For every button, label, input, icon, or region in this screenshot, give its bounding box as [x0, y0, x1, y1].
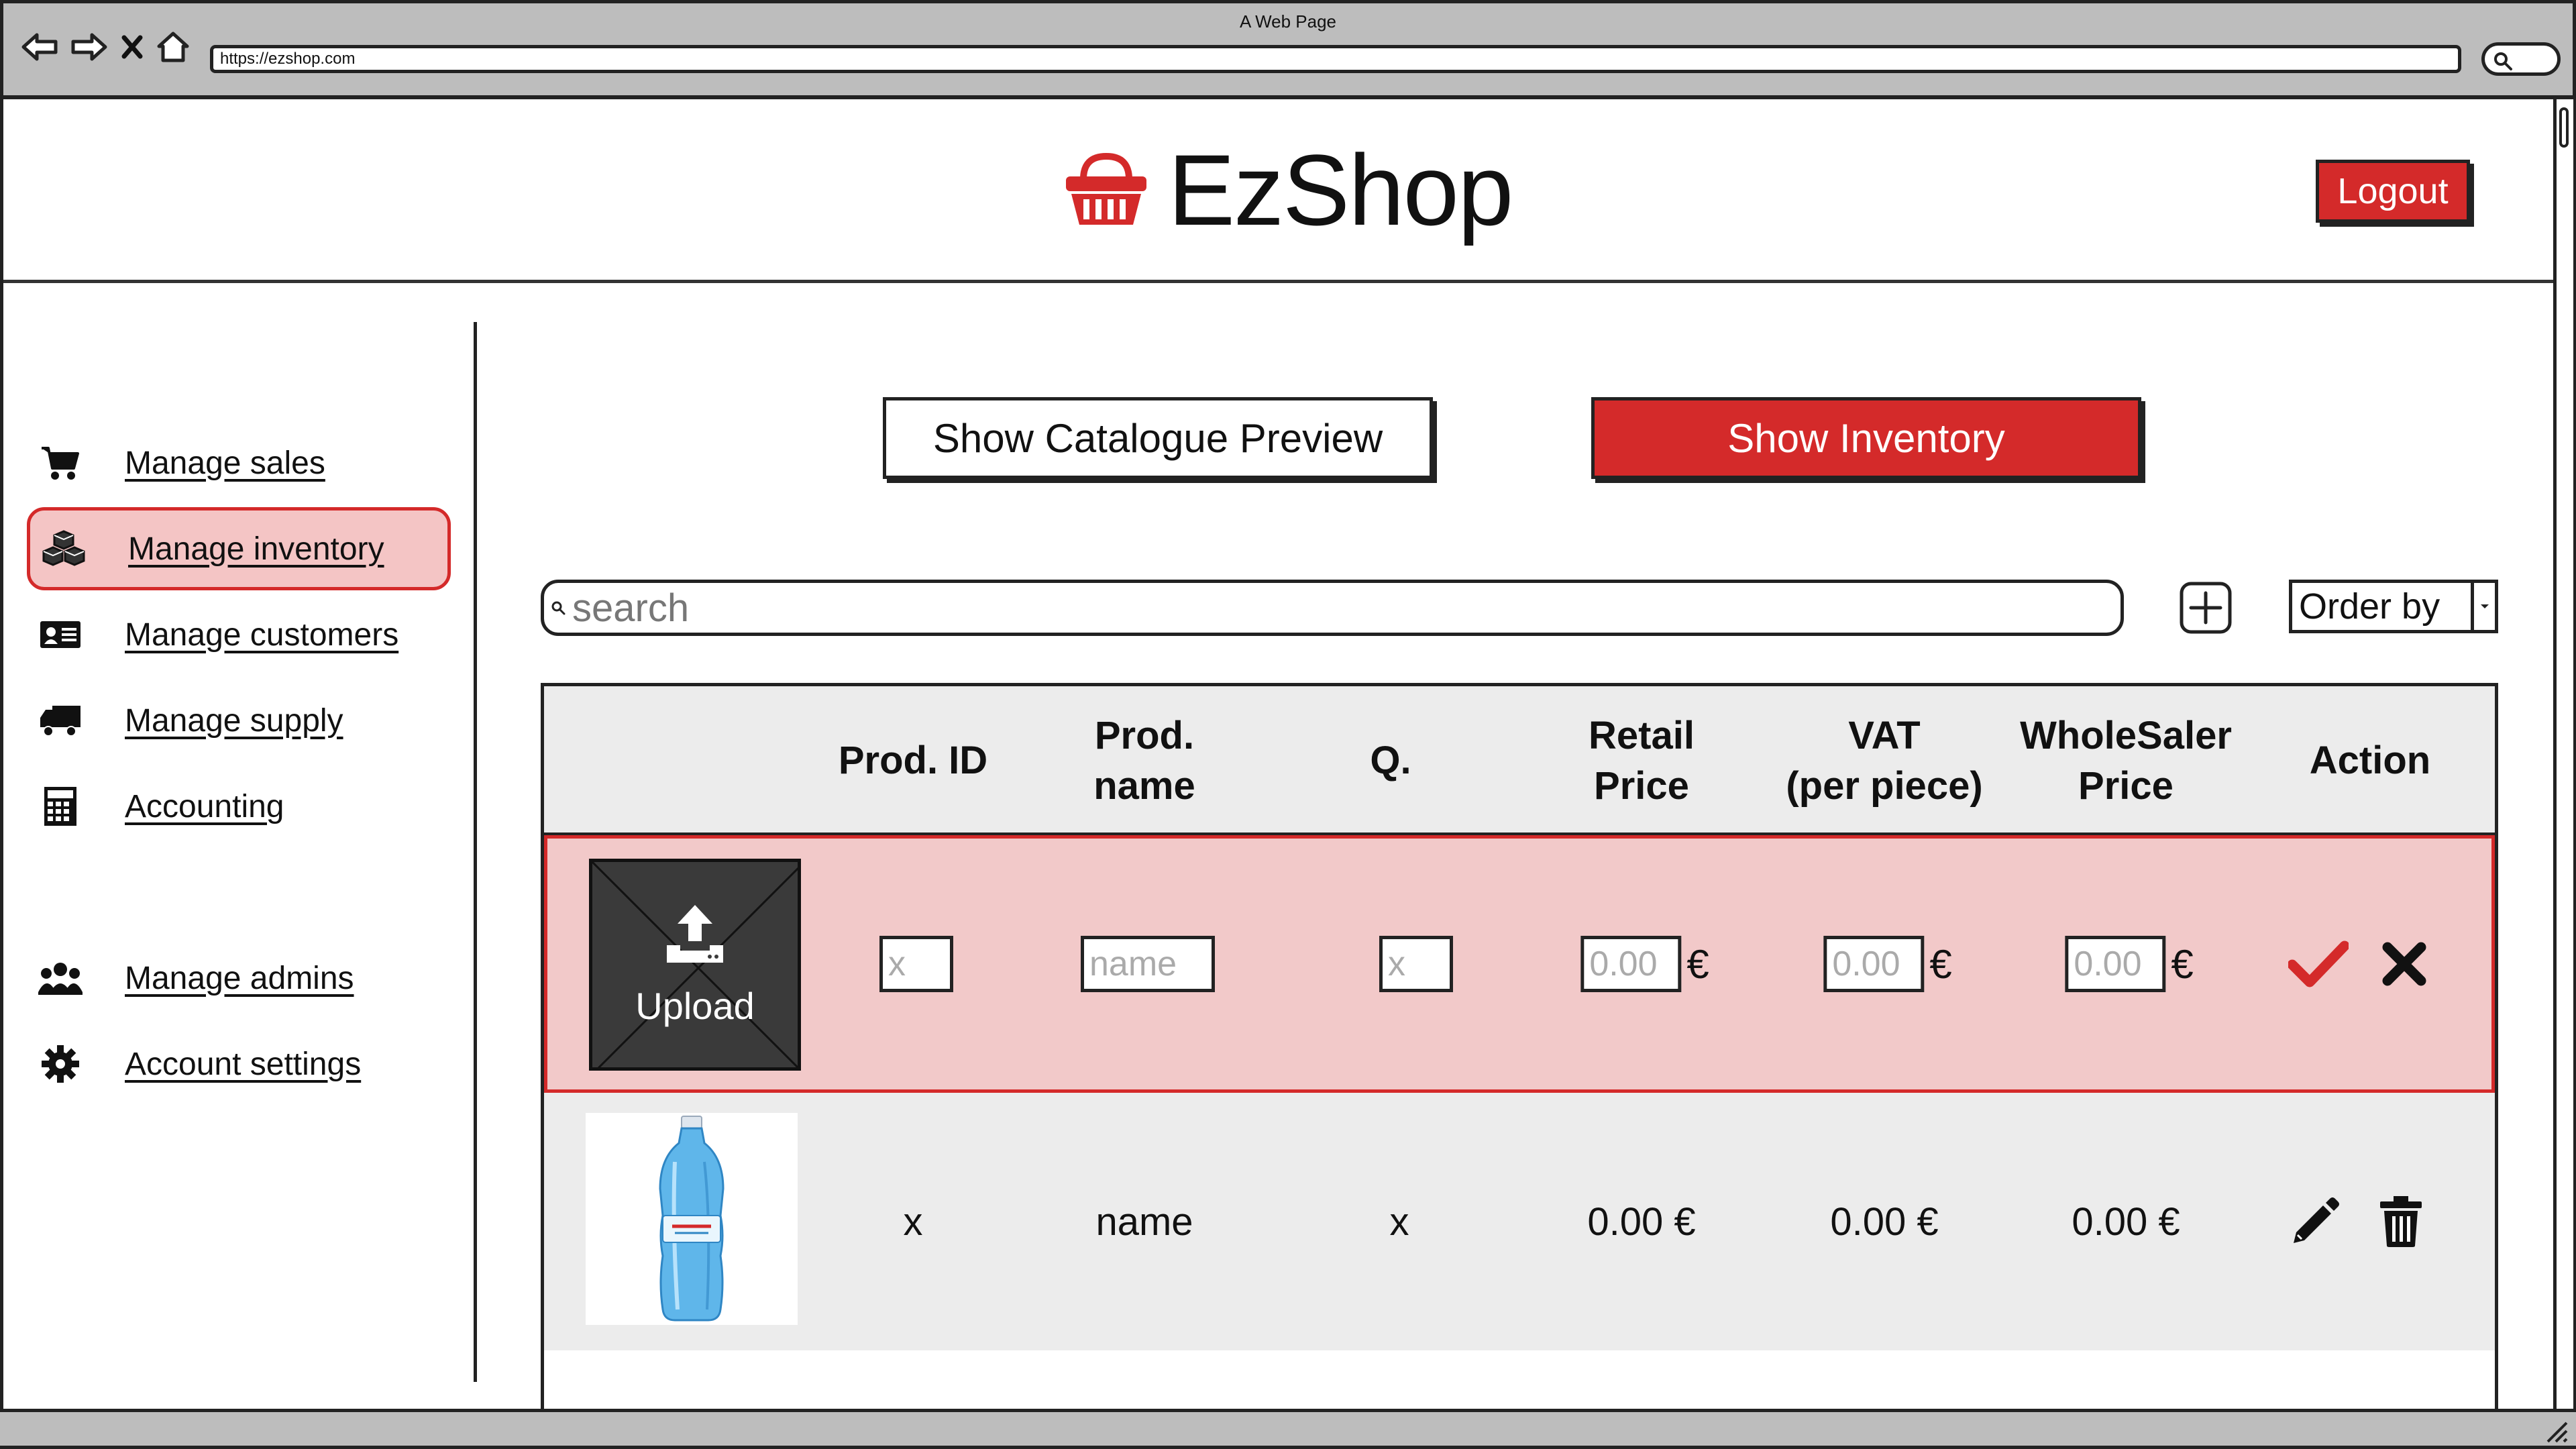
horizontal-scrollbar[interactable] — [0, 1409, 2576, 1449]
calculator-icon — [44, 787, 76, 826]
search-icon — [2494, 52, 2512, 70]
cart-icon — [42, 447, 79, 480]
sidebar-item-manage-supply[interactable]: Manage supply — [27, 679, 451, 762]
sidebar-item-label: Manage customers — [125, 616, 399, 653]
product-image — [586, 1113, 798, 1325]
stop-icon[interactable] — [120, 34, 144, 60]
scrollbar-thumb[interactable] — [2559, 107, 2569, 148]
table-row: x name x 0.00 € 0.00 € 0.00 € — [544, 1093, 2495, 1350]
currency-symbol: € — [1929, 941, 1952, 987]
upload-icon — [667, 905, 723, 963]
back-icon[interactable] — [21, 32, 58, 62]
search-icon — [551, 601, 566, 615]
brand-logo[interactable]: EzShop — [1063, 133, 1513, 246]
resize-grip-icon[interactable] — [2542, 1417, 2569, 1444]
brand-name: EzShop — [1168, 133, 1513, 246]
new-wholesale-price-field[interactable] — [2065, 936, 2166, 992]
sidebar-item-label: Manage sales — [125, 445, 325, 481]
add-product-button[interactable] — [2179, 581, 2233, 635]
window-title: A Web Page — [1239, 11, 1337, 32]
currency-symbol: € — [2171, 941, 2194, 987]
row-wholesale-price: 0.00 € — [2072, 1199, 2180, 1244]
water-bottle-image — [659, 1116, 724, 1322]
new-prod-name-field[interactable] — [1081, 936, 1215, 992]
sidebar-item-manage-inventory[interactable]: Manage inventory — [27, 507, 451, 590]
sidebar-divider — [474, 322, 477, 1382]
col-header-quantity: Q. — [1370, 739, 1411, 783]
col-header-vat: VAT (per piece) — [1786, 713, 1983, 808]
order-by-label: Order by — [2299, 586, 2440, 627]
sidebar-item-label: Manage inventory — [128, 531, 384, 567]
sidebar-item-label: Manage supply — [125, 702, 343, 739]
show-catalogue-preview-button[interactable]: Show Catalogue Preview — [883, 397, 1433, 479]
row-prod-id: x — [903, 1199, 923, 1244]
sidebar-item-manage-admins[interactable]: Manage admins — [27, 936, 451, 1020]
sidebar-item-accounting[interactable]: Accounting — [27, 765, 451, 848]
table-header: Prod. ID Prod. name Q. Retail Price VAT … — [544, 686, 2495, 835]
users-icon — [38, 963, 83, 995]
id-card-icon — [40, 621, 80, 648]
new-product-row: Upload € € € — [544, 835, 2495, 1093]
upload-image-button[interactable]: Upload — [589, 859, 801, 1071]
cancel-close-icon[interactable] — [2382, 942, 2426, 986]
upload-label: Upload — [635, 985, 755, 1027]
logout-button[interactable]: Logout — [2316, 160, 2470, 223]
basket-icon — [1066, 152, 1146, 225]
browser-search[interactable] — [2481, 42, 2561, 76]
order-by-select[interactable]: Order by — [2289, 580, 2498, 633]
sidebar-item-label: Account settings — [125, 1046, 362, 1082]
vertical-scrollbar[interactable] — [2553, 99, 2573, 1414]
search-bar — [541, 580, 2124, 636]
browser-nav — [21, 32, 190, 62]
row-retail-price: 0.00 € — [1587, 1199, 1696, 1244]
sidebar-item-manage-sales[interactable]: Manage sales — [27, 421, 451, 504]
url-bar[interactable]: https://ezshop.com — [210, 45, 2461, 73]
col-header-wholesale: WholeSaler Price — [2020, 713, 2232, 808]
browser-chrome: A Web Page https://ezshop.com — [0, 0, 2576, 99]
col-header-prod-id: Prod. ID — [838, 739, 988, 783]
forward-icon[interactable] — [70, 32, 108, 62]
boxes-icon — [42, 530, 85, 566]
col-header-prod-name: Prod. name — [1093, 713, 1195, 808]
sidebar-item-label: Manage admins — [125, 960, 354, 996]
chevron-down-icon — [2471, 583, 2495, 630]
show-inventory-button[interactable]: Show Inventory — [1591, 397, 2141, 479]
page-header: EzShop Logout — [0, 99, 2576, 283]
confirm-check-icon[interactable] — [2288, 941, 2349, 987]
sidebar-item-manage-customers[interactable]: Manage customers — [27, 593, 451, 676]
search-input[interactable] — [572, 585, 2048, 631]
delete-trash-icon[interactable] — [2379, 1195, 2423, 1248]
col-header-action: Action — [2309, 739, 2431, 783]
row-vat: 0.00 € — [1830, 1199, 1939, 1244]
new-prod-id-field[interactable] — [879, 936, 953, 992]
inventory-table: Prod. ID Prod. name Q. Retail Price VAT … — [541, 683, 2498, 1414]
col-header-retail: Retail Price — [1589, 713, 1695, 808]
row-quantity: x — [1389, 1199, 1409, 1244]
sidebar-item-account-settings[interactable]: Account settings — [27, 1022, 451, 1106]
new-vat-field[interactable] — [1823, 936, 1925, 992]
sidebar-item-label: Accounting — [125, 788, 284, 824]
home-icon[interactable] — [156, 32, 190, 62]
new-quantity-field[interactable] — [1379, 936, 1453, 992]
new-retail-price-field[interactable] — [1580, 936, 1682, 992]
truck-icon — [40, 706, 80, 737]
row-prod-name: name — [1095, 1199, 1193, 1244]
currency-symbol: € — [1686, 941, 1709, 987]
edit-pencil-icon[interactable] — [2288, 1195, 2342, 1248]
gear-icon — [42, 1045, 79, 1083]
